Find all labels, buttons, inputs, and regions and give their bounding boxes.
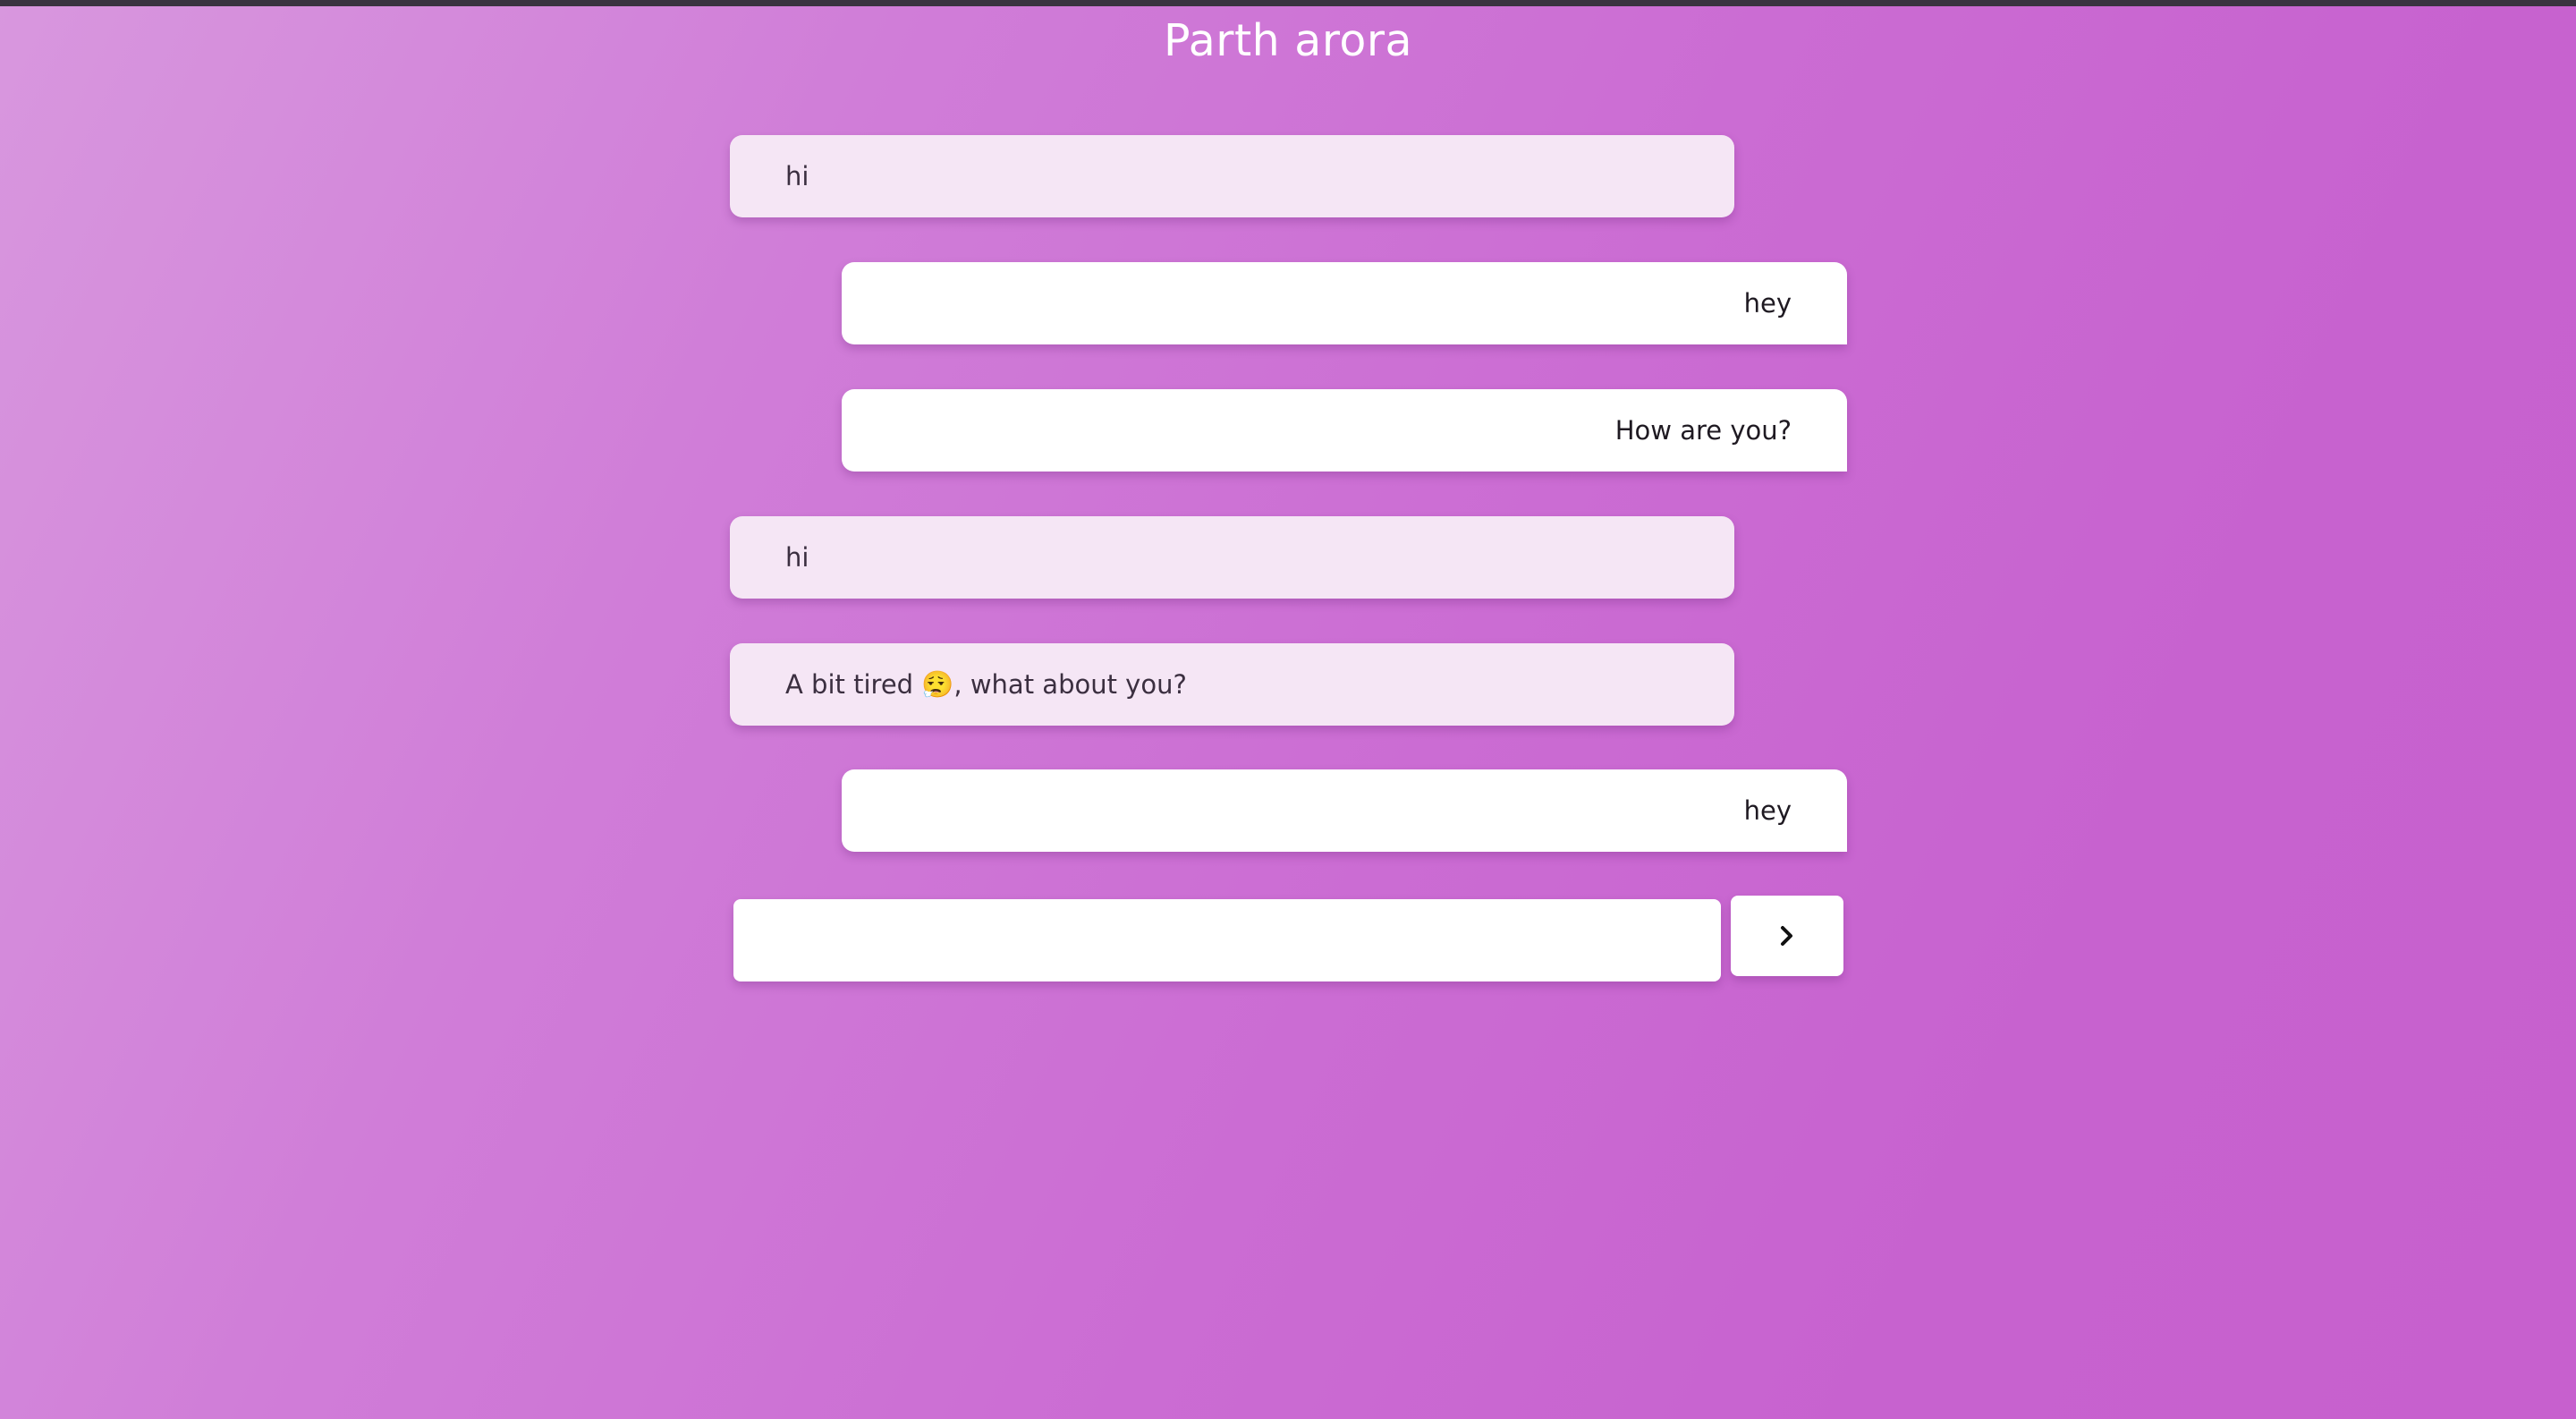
message-text: hey [1743,288,1792,319]
message-input[interactable] [733,899,1721,981]
message-text: hey [1743,795,1792,826]
incoming-message: hi [730,516,1734,599]
message-text: hi [785,161,809,191]
incoming-message: hi [730,135,1734,217]
incoming-message: A bit tired 😮‍💨, what about you? [730,643,1734,726]
message-text: A bit tired 😮‍💨, what about you? [785,668,1187,700]
chevron-right-icon [1777,924,1797,947]
window-top-strip [0,0,2576,6]
outgoing-message: How are you? [842,389,1847,472]
message-text: hi [785,542,809,573]
outgoing-message: hey [842,262,1847,344]
message-text: How are you? [1614,415,1792,446]
send-button[interactable] [1731,896,1843,976]
page-title: Parth arora [1163,15,1413,66]
outgoing-message: hey [842,769,1847,852]
